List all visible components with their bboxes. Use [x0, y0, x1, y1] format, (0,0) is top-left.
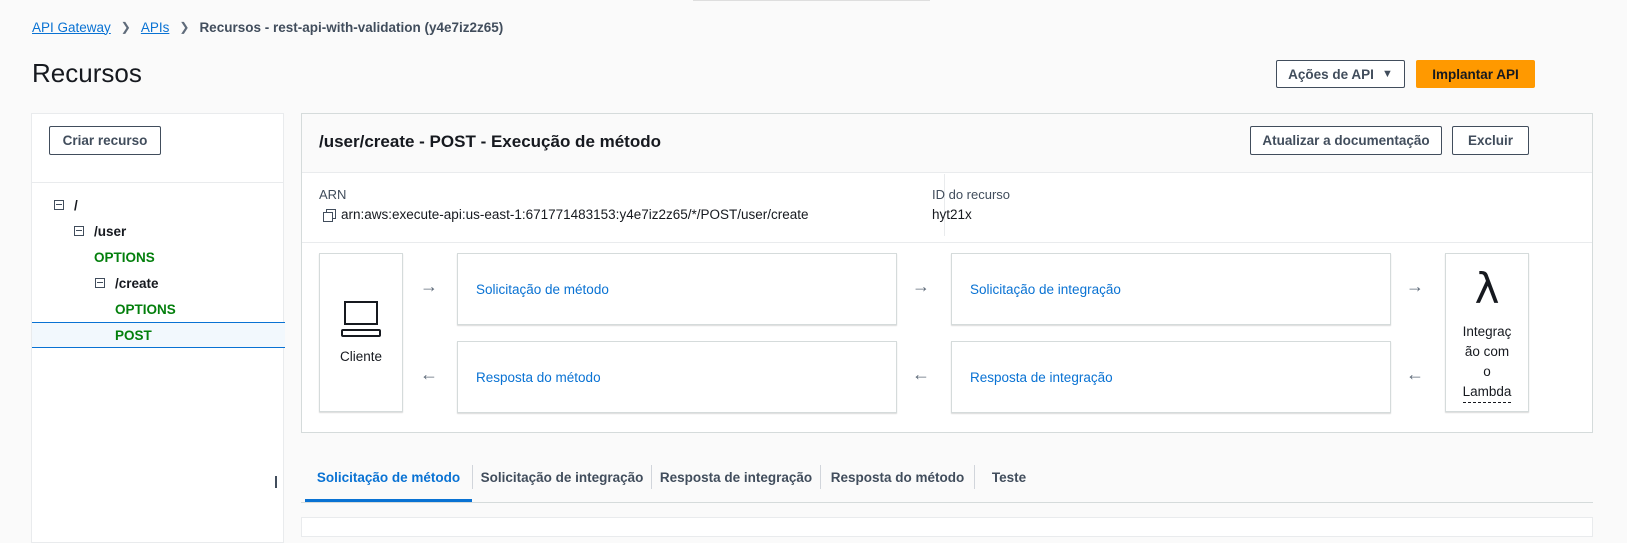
top-bar	[693, 0, 930, 1]
collapse-icon[interactable]	[74, 226, 84, 236]
method-request-card[interactable]: Solicitação de método	[457, 253, 897, 325]
tree-item-label: /user	[94, 223, 127, 239]
arrow-left-icon: ←	[420, 364, 438, 384]
api-actions-label: Ações de API	[1288, 66, 1374, 82]
tree-item-label: /create	[115, 275, 159, 291]
arn-text: arn:aws:execute-api:us-east-1:6717714831…	[341, 207, 809, 222]
lambda-label-3: o	[1483, 364, 1491, 379]
tree-item-user-options[interactable]: OPTIONS	[32, 244, 285, 270]
resource-id-value: hyt21x	[932, 207, 972, 222]
tree-item-create-options[interactable]: OPTIONS	[32, 296, 285, 322]
lambda-icon: λ	[1474, 264, 1500, 313]
sidebar-toolbar: Criar recurso	[32, 114, 283, 183]
copy-icon[interactable]	[323, 208, 336, 222]
delete-button[interactable]: Excluir	[1452, 126, 1529, 155]
chevron-right-icon: ❯	[120, 20, 131, 34]
tab-method-request[interactable]: Solicitação de método	[305, 453, 472, 501]
arn-value: arn:aws:execute-api:us-east-1:6717714831…	[323, 207, 809, 222]
client-label: Cliente	[339, 349, 383, 364]
breadcrumb-current: Recursos - rest-api-with-validation (y4e…	[199, 19, 504, 35]
tree-item-user[interactable]: /user	[32, 218, 285, 244]
page-title: Recursos	[32, 58, 142, 88]
chevron-right-icon: ❯	[179, 20, 190, 34]
lambda-link[interactable]: Lambda	[1462, 382, 1512, 403]
api-actions-dropdown[interactable]: Ações de API ▼	[1276, 60, 1405, 88]
method-tabs: Solicitação de método Solicitação de int…	[301, 453, 1593, 503]
breadcrumb-api-gateway[interactable]: API Gateway	[32, 20, 111, 35]
panel-header: /user/create - POST - Execução de método…	[302, 114, 1592, 173]
lambda-label-1: Integraç	[1462, 324, 1512, 339]
tree-item-label: POST	[115, 327, 152, 343]
arrow-left-icon: ←	[912, 364, 930, 384]
deploy-api-button[interactable]: Implantar API	[1416, 60, 1535, 88]
tabs-border	[301, 502, 1593, 503]
lambda-label-2: ão com	[1464, 344, 1510, 359]
integration-request-link[interactable]: Solicitação de integração	[970, 282, 1121, 297]
caret-down-icon: ▼	[1381, 68, 1393, 80]
lambda-integration-card[interactable]: λ Integraç ão com o Lambda	[1445, 253, 1529, 412]
tree-item-label: /	[74, 197, 78, 213]
resource-id-label: ID do recurso	[932, 187, 1011, 202]
method-request-link[interactable]: Solicitação de método	[476, 282, 609, 297]
tab-method-response[interactable]: Resposta do método	[821, 453, 974, 501]
collapse-icon[interactable]	[95, 278, 105, 288]
tree-item-label: OPTIONS	[94, 249, 155, 265]
method-execution-panel: /user/create - POST - Execução de método…	[301, 113, 1593, 433]
create-resource-button[interactable]: Criar recurso	[49, 126, 161, 155]
resize-handle[interactable]	[275, 476, 277, 488]
details-bottom-divider	[302, 242, 1592, 243]
breadcrumb-apis[interactable]: APIs	[141, 20, 170, 35]
arn-label: ARN	[319, 187, 347, 202]
tree-item-create-post[interactable]: POST	[32, 322, 285, 348]
tab-integration-response[interactable]: Resposta de integração	[652, 453, 820, 501]
tree-item-create[interactable]: /create	[32, 270, 285, 296]
laptop-icon	[341, 301, 381, 339]
method-response-card[interactable]: Resposta do método	[457, 341, 897, 413]
integration-response-card[interactable]: Resposta de integração	[951, 341, 1391, 413]
arrow-left-icon: ←	[1406, 364, 1424, 384]
arrow-right-icon: →	[1406, 276, 1424, 296]
method-title: /user/create - POST - Execução de método	[319, 132, 662, 151]
collapse-icon[interactable]	[54, 200, 64, 210]
integration-response-link[interactable]: Resposta de integração	[970, 370, 1113, 385]
tree-item-root[interactable]: /	[32, 192, 285, 218]
tab-integration-request[interactable]: Solicitação de integração	[473, 453, 651, 501]
update-documentation-button[interactable]: Atualizar a documentação	[1250, 126, 1442, 155]
details-divider	[944, 174, 945, 236]
client-card: Cliente	[319, 253, 403, 412]
method-response-link[interactable]: Resposta do método	[476, 370, 601, 385]
integration-request-card[interactable]: Solicitação de integração	[951, 253, 1391, 325]
arrow-right-icon: →	[912, 276, 930, 296]
tree-item-label: OPTIONS	[115, 301, 176, 317]
breadcrumb: API Gateway ❯ APIs ❯ Recursos - rest-api…	[32, 18, 503, 36]
arrow-right-icon: →	[420, 276, 438, 296]
tab-test[interactable]: Teste	[975, 453, 1043, 501]
resource-tree-panel: Criar recurso / /user OPTIONS /create OP…	[31, 113, 285, 543]
tab-content	[301, 517, 1593, 537]
